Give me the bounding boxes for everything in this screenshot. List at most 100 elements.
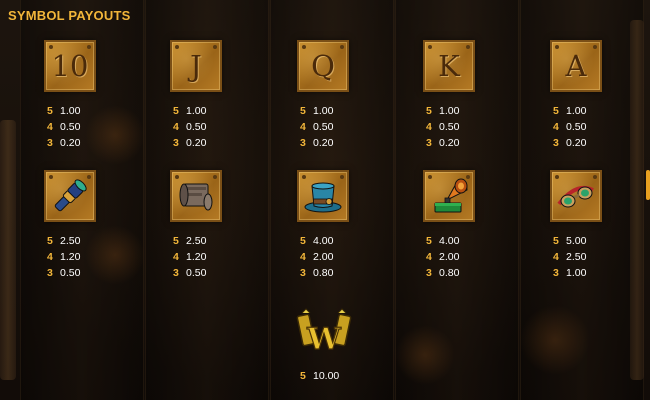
payout-row: 4 0.50 — [426, 119, 459, 135]
payout-list: 5 5.00 4 2.50 3 1.00 — [553, 233, 586, 281]
symbol-letter: A — [565, 49, 587, 83]
payout-row: 5 4.00 — [426, 233, 459, 249]
payout-count: 4 — [173, 121, 179, 133]
payout-amount: 1.00 — [439, 105, 460, 117]
payout-row: 3 0.50 — [47, 265, 80, 281]
payout-list: 5 1.00 4 0.50 3 0.20 — [553, 103, 586, 151]
payout-amount: 4.00 — [313, 235, 334, 247]
payout-count: 4 — [426, 251, 432, 263]
payout-list: 5 4.00 4 2.00 3 0.80 — [300, 233, 333, 281]
payout-amount: 0.50 — [60, 121, 81, 133]
payout-row: 5 2.50 — [173, 233, 206, 249]
gramophone-graphic — [434, 178, 468, 213]
payout-amount: 1.00 — [60, 105, 81, 117]
payout-amount: 5.00 — [566, 235, 587, 247]
payout-count: 3 — [426, 137, 432, 149]
payout-row: 5 2.50 — [47, 233, 80, 249]
payout-list: 5 4.00 4 2.00 3 0.80 — [426, 233, 459, 281]
payout-count: 5 — [300, 370, 306, 382]
payout-row: 5 1.00 — [47, 103, 80, 119]
payout-amount: 1.20 — [186, 251, 207, 263]
payout-count: 4 — [47, 251, 53, 263]
payout-row: 4 1.20 — [173, 249, 206, 265]
payout-row: 3 1.00 — [553, 265, 586, 281]
spyglass-icon — [44, 170, 96, 222]
payout-count: 5 — [173, 235, 179, 247]
payout-count: 4 — [553, 121, 559, 133]
goggles-icon — [550, 170, 602, 222]
payout-row: 3 0.20 — [300, 135, 333, 151]
payout-row: 4 0.50 — [300, 119, 333, 135]
payout-count: 3 — [300, 267, 306, 279]
payout-amount: 2.50 — [186, 235, 207, 247]
payout-amount: 0.20 — [313, 137, 334, 149]
payout-list: 5 1.00 4 0.50 3 0.20 — [300, 103, 333, 151]
payout-count: 3 — [47, 267, 53, 279]
payout-row: 5 5.00 — [553, 233, 586, 249]
payout-count: 3 — [173, 137, 179, 149]
gramophone-icon — [423, 170, 475, 222]
letter-a-tile: A — [550, 40, 602, 92]
payout-row: 4 2.00 — [300, 249, 333, 265]
letter-j-tile: J — [170, 40, 222, 92]
payout-row: 4 0.50 — [553, 119, 586, 135]
payout-row: 4 2.50 — [553, 249, 586, 265]
payout-row: 5 4.00 — [300, 233, 333, 249]
payout-amount: 0.20 — [60, 137, 81, 149]
payout-count: 3 — [553, 137, 559, 149]
payout-row: 4 0.50 — [47, 119, 80, 135]
scroll-icon — [170, 170, 222, 222]
payout-row: 5 1.00 — [426, 103, 459, 119]
wild-letter: W — [306, 322, 342, 357]
payout-amount: 2.50 — [566, 251, 587, 263]
payout-amount: 1.00 — [186, 105, 207, 117]
symbol-letter: J — [190, 49, 202, 83]
payout-row: 4 0.50 — [173, 119, 206, 135]
payout-count: 5 — [426, 235, 432, 247]
pipe-decoration — [0, 120, 16, 380]
payout-count: 5 — [300, 105, 306, 117]
payout-count: 4 — [47, 121, 53, 133]
payout-row: 5 1.00 — [173, 103, 206, 119]
payout-amount: 0.20 — [566, 137, 587, 149]
payout-row: 3 0.50 — [173, 265, 206, 281]
top-hat-icon — [297, 170, 349, 222]
payout-count: 4 — [553, 251, 559, 263]
payout-amount: 0.50 — [186, 267, 207, 279]
payout-row: 5 1.00 — [300, 103, 333, 119]
wild-w-icon: W — [296, 305, 352, 361]
payout-amount: 0.50 — [313, 121, 334, 133]
payout-amount: 1.00 — [566, 267, 587, 279]
payout-row: 4 2.00 — [426, 249, 459, 265]
payout-amount: 0.50 — [439, 121, 460, 133]
payout-amount: 0.20 — [186, 137, 207, 149]
payout-amount: 0.50 — [186, 121, 207, 133]
payout-count: 5 — [553, 105, 559, 117]
faded-gramophone-decoration — [85, 225, 145, 285]
payout-amount: 0.80 — [439, 267, 460, 279]
payout-amount: 0.50 — [60, 267, 81, 279]
payout-list: 5 1.00 4 0.50 3 0.20 — [173, 103, 206, 151]
goggles-graphic — [557, 185, 594, 208]
payout-row: 3 0.80 — [300, 265, 333, 281]
symbol-letter: K — [438, 49, 460, 83]
payout-count: 3 — [173, 267, 179, 279]
payout-amount: 2.00 — [439, 251, 460, 263]
payout-amount: 1.20 — [60, 251, 81, 263]
payout-list: 5 2.50 4 1.20 3 0.50 — [173, 233, 206, 281]
symbol-letter: Q — [311, 49, 335, 83]
symbol-letter: 10 — [51, 49, 89, 83]
payout-row: 3 0.20 — [47, 135, 80, 151]
scrollbar-thumb[interactable] — [646, 170, 650, 200]
letter-q-tile: Q — [297, 40, 349, 92]
payout-count: 4 — [173, 251, 179, 263]
payout-row: 3 0.20 — [173, 135, 206, 151]
payout-row: 3 0.20 — [426, 135, 459, 151]
payout-count: 4 — [426, 121, 432, 133]
payout-row: 5 1.00 — [553, 103, 586, 119]
payout-count: 5 — [47, 105, 53, 117]
payout-row: 5 10.00 — [300, 370, 339, 382]
faded-gramophone-decoration — [520, 305, 590, 375]
payout-count: 5 — [47, 235, 53, 247]
payout-amount: 1.00 — [313, 105, 334, 117]
